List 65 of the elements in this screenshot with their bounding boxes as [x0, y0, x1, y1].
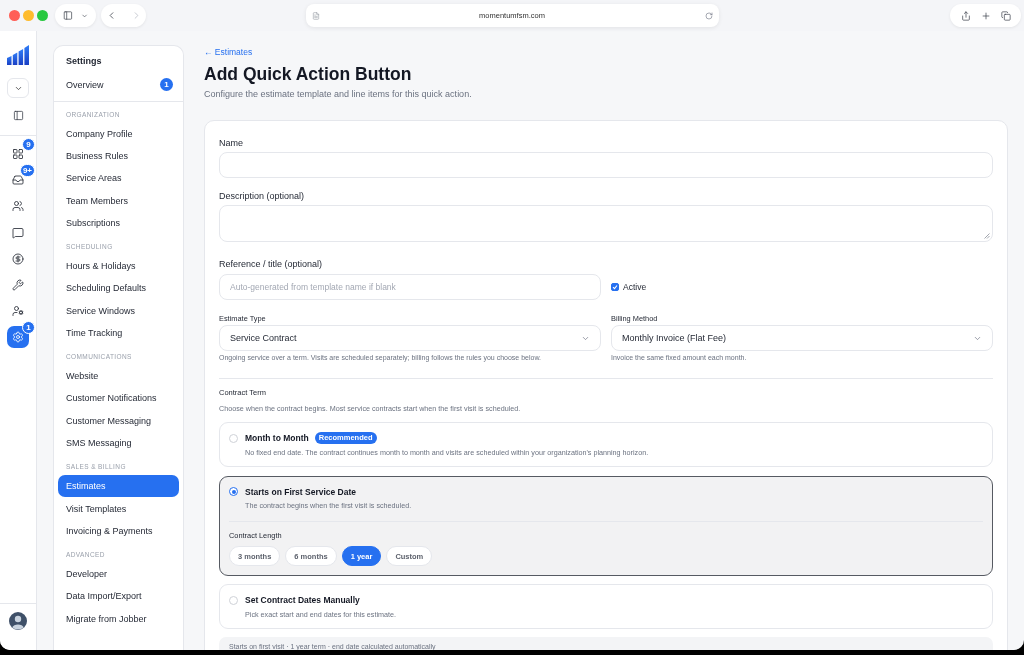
option-title: Starts on First Service Date: [245, 486, 356, 497]
dollar-icon: [12, 252, 24, 265]
avatar-icon[interactable]: [9, 612, 27, 630]
option-title: Set Contract Dates Manually: [245, 595, 360, 605]
estimate-type-select[interactable]: Service Contract: [219, 325, 601, 351]
grid-icon: [12, 148, 24, 160]
nav-item[interactable]: Website: [58, 364, 179, 388]
nav-item[interactable]: Developer: [58, 562, 179, 586]
option-title: Month to Month: [245, 433, 309, 443]
inbox-icon: [12, 174, 24, 187]
nav-item[interactable]: Estimates: [58, 474, 179, 498]
chat-icon: [12, 226, 24, 239]
field-label: Reference / title (optional): [219, 258, 323, 270]
field-label: Description (optional): [219, 190, 305, 202]
count-badge: 1: [160, 78, 173, 92]
field-label: Name: [219, 137, 243, 149]
nav-item[interactable]: Service Windows: [58, 299, 179, 322]
settings-icon: [12, 331, 24, 344]
nav-item[interactable]: Hours & Holidays: [58, 254, 179, 278]
plus-icon[interactable]: [980, 10, 991, 21]
description-input[interactable]: [219, 205, 993, 242]
nav-item[interactable]: Business Rules: [58, 144, 179, 168]
close-window-button[interactable]: [9, 10, 20, 21]
reference-input[interactable]: Auto-generated from template name if blank: [219, 274, 601, 300]
count-badge: 9+: [19, 164, 35, 178]
nav-item[interactable]: Subscriptions: [58, 211, 179, 235]
user-gear-icon: [12, 305, 24, 318]
wrench-icon: [12, 278, 24, 291]
nav-item[interactable]: Customer Messaging: [58, 409, 179, 433]
count-badge: 9: [22, 138, 35, 151]
chevron-down-icon: [80, 11, 88, 20]
tabs-icon[interactable]: [1000, 10, 1011, 21]
name-input[interactable]: [219, 152, 993, 178]
nav-item[interactable]: Migrate from Jobber: [58, 607, 179, 630]
nav-item[interactable]: Time Tracking: [58, 322, 179, 345]
nav-item[interactable]: Data Import/Export: [58, 585, 179, 608]
page-subtitle: Configure the estimate template and line items for this quick action.: [204, 88, 473, 101]
nav-item[interactable]: SMS Messaging: [58, 432, 179, 455]
active-checkbox[interactable]: [611, 283, 619, 291]
checkbox-label: Active: [623, 282, 647, 292]
share-icon[interactable]: [960, 10, 971, 21]
billing-method-select[interactable]: Monthly Invoice (Flat Fee): [611, 325, 993, 351]
people-icon: [12, 200, 24, 213]
reload-icon[interactable]: [704, 11, 713, 20]
logo-icon[interactable]: [7, 45, 29, 65]
back-link[interactable]: ← Estimates: [204, 46, 253, 58]
page-icon: [311, 11, 320, 20]
nav-item[interactable]: Team Members: [58, 189, 179, 212]
settings-title: Settings: [65, 55, 103, 68]
nav-item[interactable]: Invoicing & Payments: [58, 519, 179, 543]
sidebar-icon: [63, 10, 73, 21]
sidebar-icon[interactable]: [12, 109, 24, 121]
count-badge: 1: [22, 321, 35, 335]
nav-item[interactable]: Company Profile: [58, 122, 179, 145]
nav-item[interactable]: Scheduling Defaults: [58, 277, 179, 300]
nav-item[interactable]: Customer Notifications: [58, 387, 179, 410]
radio-button[interactable]: [229, 487, 238, 496]
zoom-window-button[interactable]: [37, 10, 48, 21]
resize-handle-icon[interactable]: [984, 233, 990, 239]
nav-item[interactable]: Service Areas: [58, 167, 179, 190]
sidebar-nav-button[interactable]: [7, 326, 29, 349]
sidebar-toggle-button[interactable]: [55, 4, 96, 27]
nav-item[interactable]: Overview 1: [58, 73, 179, 96]
page-title: Add Quick Action Button: [204, 63, 413, 85]
nav-item[interactable]: Visit Templates: [58, 497, 179, 520]
